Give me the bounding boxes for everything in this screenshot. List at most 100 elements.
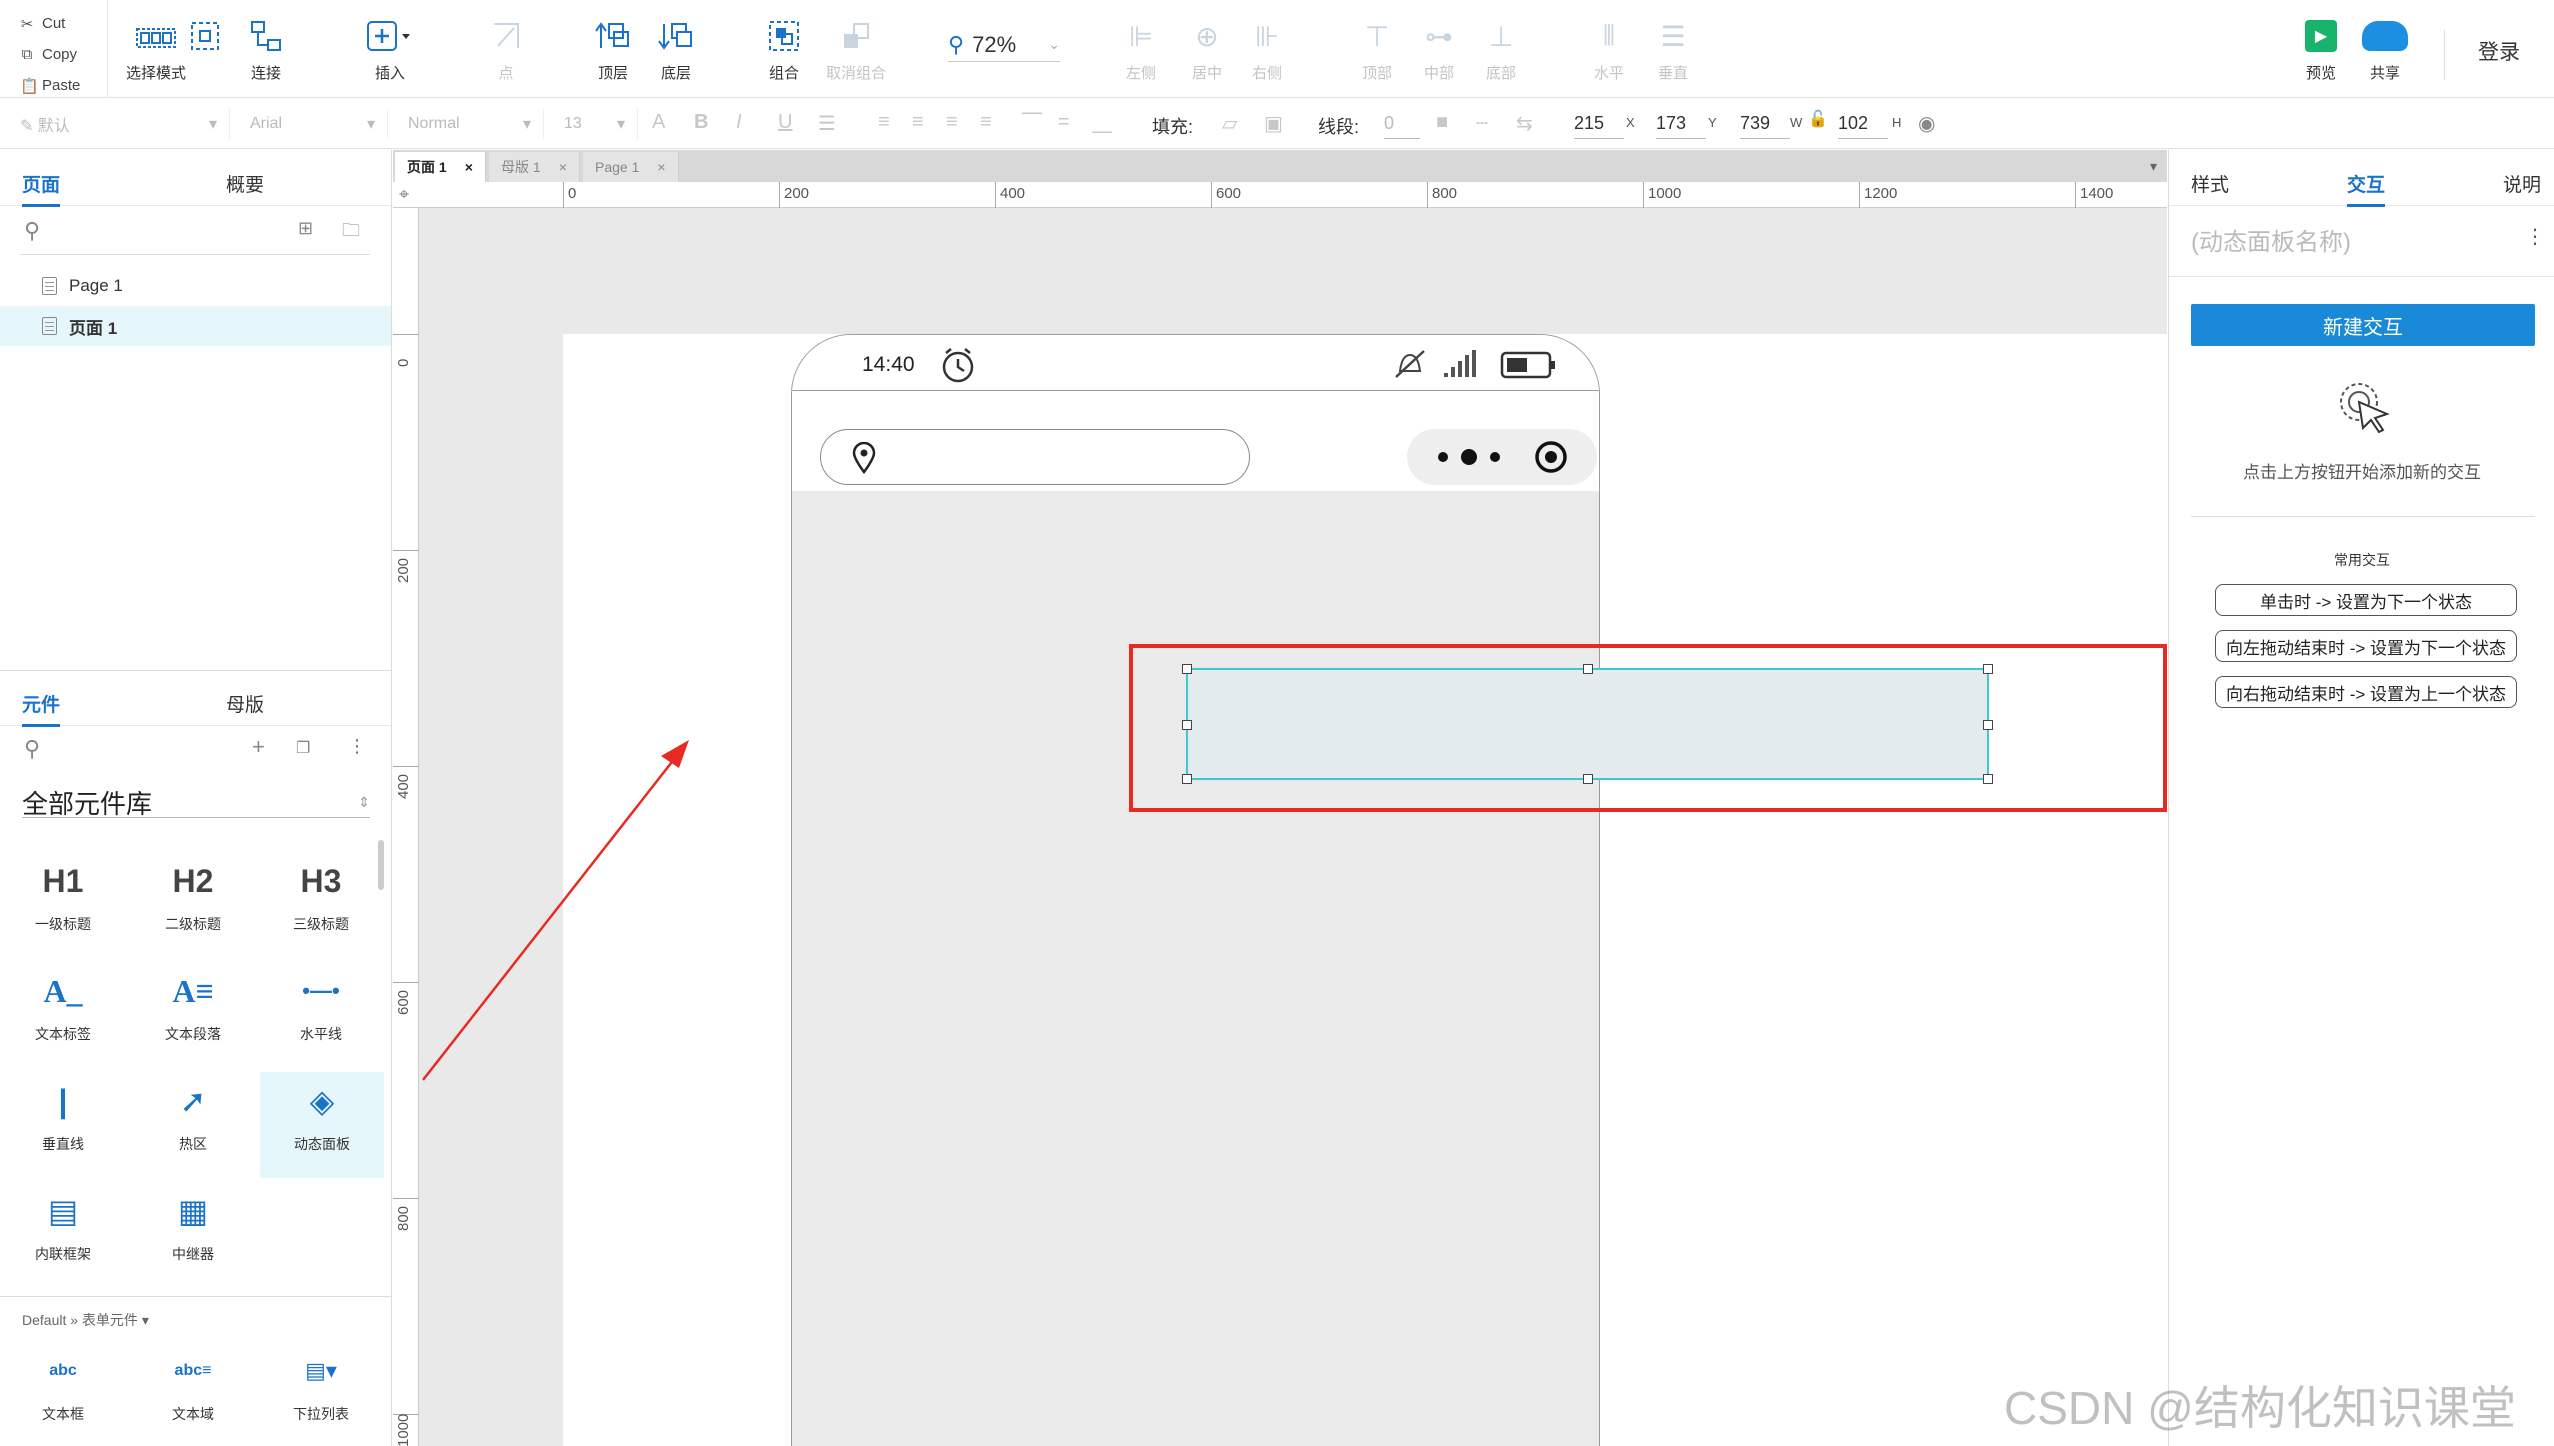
tab-style[interactable]: 样式	[2191, 170, 2229, 197]
more-menu-icon[interactable]: ⋮	[2525, 224, 2545, 249]
add-library-icon[interactable]: +	[252, 734, 265, 760]
tab-notes[interactable]: 说明	[2503, 170, 2541, 197]
align-text-justify-icon[interactable]: ≡	[980, 111, 992, 134]
visibility-eye-icon[interactable]: ◉	[1918, 111, 1935, 136]
divider	[0, 1296, 391, 1297]
point-button[interactable]: 点	[490, 16, 522, 88]
common-interaction-click[interactable]: 单击时 -> 设置为下一个状态	[2215, 584, 2517, 616]
add-folder-icon[interactable]: 🗀	[342, 218, 360, 248]
ungroup-button[interactable]: 取消组合	[826, 16, 886, 88]
widget-horizontal-line[interactable]: •—• 水平线	[266, 966, 376, 1044]
annotation-arrow	[422, 740, 689, 1081]
align-middle-button[interactable]: ⊶ 中部	[1424, 16, 1454, 88]
shadow-icon[interactable]: ▣	[1264, 111, 1283, 136]
select-mode-button[interactable]: 选择模式	[126, 16, 186, 88]
align-center-button[interactable]: ⊕ 居中	[1192, 16, 1222, 88]
bullet-list-icon[interactable]: ☰	[818, 111, 836, 136]
widget-repeater[interactable]: ▦ 中继器	[138, 1186, 248, 1264]
panel-name-input[interactable]: (动态面板名称)	[2191, 222, 2531, 257]
distribute-horizontal-button[interactable]: ⫴ 水平	[1594, 16, 1624, 88]
widget-text-label[interactable]: A_ 文本标签	[8, 966, 118, 1044]
widget-inline-frame[interactable]: ▤ 内联框架	[8, 1186, 118, 1264]
widget-h3[interactable]: H3 三级标题	[266, 856, 376, 934]
height-input[interactable]: 102	[1838, 109, 1888, 139]
style-select[interactable]: ✎ 默认 ▾	[0, 109, 230, 139]
align-text-center-icon[interactable]: ≡	[912, 111, 924, 134]
tab-masters[interactable]: 母版	[226, 690, 264, 717]
page-icon	[42, 317, 57, 335]
y-input[interactable]: 173	[1656, 109, 1706, 139]
font-family-select[interactable]: Arial ▾	[230, 109, 388, 139]
zoom-select[interactable]: ⚲ 72% ⌄	[948, 28, 1060, 62]
library-tabs: 元件 母版	[0, 670, 391, 727]
stroke-color-icon[interactable]: ■	[1436, 111, 1448, 134]
tab-pages[interactable]: 页面	[22, 170, 61, 207]
common-interaction-swipe-left[interactable]: 向左拖动结束时 -> 设置为下一个状态	[2215, 630, 2517, 662]
x-input[interactable]: 215	[1574, 109, 1624, 139]
widget-text-area[interactable]: abc≡ 文本域	[138, 1346, 248, 1424]
bring-front-button[interactable]: 顶层	[595, 16, 631, 88]
widget-dynamic-panel[interactable]: ◈ 动态面板	[260, 1072, 384, 1178]
align-bottom-button[interactable]: ⊥ 底部	[1486, 16, 1516, 88]
fill-color-icon[interactable]: ▱	[1222, 111, 1237, 136]
align-right-button[interactable]: ⊪ 右侧	[1252, 16, 1282, 88]
align-middle-icon: ⊶	[1425, 20, 1453, 52]
cut-button[interactable]: ✂ Cut	[20, 8, 107, 39]
stroke-pattern-icon[interactable]: ┄	[1476, 111, 1488, 136]
insert-button[interactable]: 插入	[366, 16, 414, 88]
tab-widgets[interactable]: 元件	[22, 690, 61, 727]
align-left-button[interactable]: ⊫ 左侧	[1126, 16, 1156, 88]
new-interaction-button[interactable]: 新建交互	[2191, 304, 2535, 346]
connect-button[interactable]: 连接	[250, 16, 282, 88]
valign-top-icon[interactable]: ⎺	[1022, 111, 1042, 134]
bold-icon[interactable]: B	[694, 111, 708, 134]
page-item-page1[interactable]: Page 1	[0, 266, 391, 306]
library-select[interactable]: 全部元件库 ⇕	[22, 788, 370, 819]
widget-h2[interactable]: H2 二级标题	[138, 856, 248, 934]
align-top-button[interactable]: ⊤ 顶部	[1362, 16, 1392, 88]
form-section-header[interactable]: Default » 表单元件 ▾	[22, 1310, 149, 1330]
library-list-icon[interactable]: ❐	[296, 738, 310, 758]
tab-outline[interactable]: 概要	[226, 170, 264, 197]
more-menu-icon[interactable]: ⋮	[348, 736, 366, 757]
font-color-icon[interactable]: A	[652, 111, 665, 134]
share-button[interactable]: 共享	[2362, 16, 2408, 88]
add-page-icon[interactable]: ⊞	[298, 218, 313, 239]
login-link[interactable]: 登录	[2478, 36, 2520, 66]
paste-icon: 📋	[20, 77, 39, 95]
distribute-vertical-button[interactable]: ☰ 垂直	[1658, 16, 1688, 88]
widget-vertical-line[interactable]: | 垂直线	[8, 1076, 118, 1154]
scrollbar[interactable]	[378, 840, 384, 890]
valign-bottom-icon[interactable]: ⎽	[1092, 111, 1112, 134]
widget-h1[interactable]: H1 一级标题	[8, 856, 118, 934]
widget-hotspot[interactable]: ➚ 热区	[138, 1076, 248, 1154]
font-weight-select[interactable]: Normal ▾	[388, 109, 544, 139]
widget-text-field[interactable]: abc 文本框	[8, 1346, 118, 1424]
send-back-button[interactable]: 底层	[658, 16, 694, 88]
dynamic-panel-icon: ◈	[309, 1083, 335, 1119]
italic-icon[interactable]: I	[736, 111, 742, 134]
copy-button[interactable]: ⧉ Copy	[20, 39, 107, 70]
search-icon[interactable]: ⚲	[24, 218, 40, 244]
font-size-select[interactable]: 13 ▾	[544, 109, 638, 139]
paste-button[interactable]: 📋 Paste	[20, 70, 107, 101]
valign-middle-icon[interactable]: =	[1058, 111, 1070, 134]
tab-interactions[interactable]: 交互	[2347, 170, 2386, 207]
preview-button[interactable]: ▶ 预览	[2305, 16, 2337, 88]
align-text-right-icon[interactable]: ≡	[946, 111, 958, 134]
group-button[interactable]: 组合	[768, 16, 800, 88]
page-item-current[interactable]: 页面 1	[0, 306, 391, 346]
lock-ratio-icon[interactable]: 🔓	[1808, 109, 1828, 129]
search-icon[interactable]: ⚲	[24, 736, 40, 762]
canvas-area[interactable]: 页面 1 × 母版 1 × Page 1 × ▾ ⌖ 0 200 400 600 80…	[393, 150, 2167, 1446]
align-text-left-icon[interactable]: ≡	[878, 111, 890, 134]
stroke-width-input[interactable]: 0	[1384, 109, 1420, 139]
width-input[interactable]: 739	[1740, 109, 1790, 139]
arrow-style-icon[interactable]: ⇆	[1516, 111, 1533, 136]
widget-dropdown[interactable]: ▤▾ 下拉列表	[266, 1346, 376, 1424]
select-mode-alt-button[interactable]	[190, 16, 220, 88]
common-interaction-swipe-right[interactable]: 向右拖动结束时 -> 设置为上一个状态	[2215, 676, 2517, 708]
underline-icon[interactable]: U	[778, 111, 792, 134]
distribute-horizontal-icon: ⫴	[1603, 19, 1615, 51]
widget-text-paragraph[interactable]: A≡ 文本段落	[138, 966, 248, 1044]
